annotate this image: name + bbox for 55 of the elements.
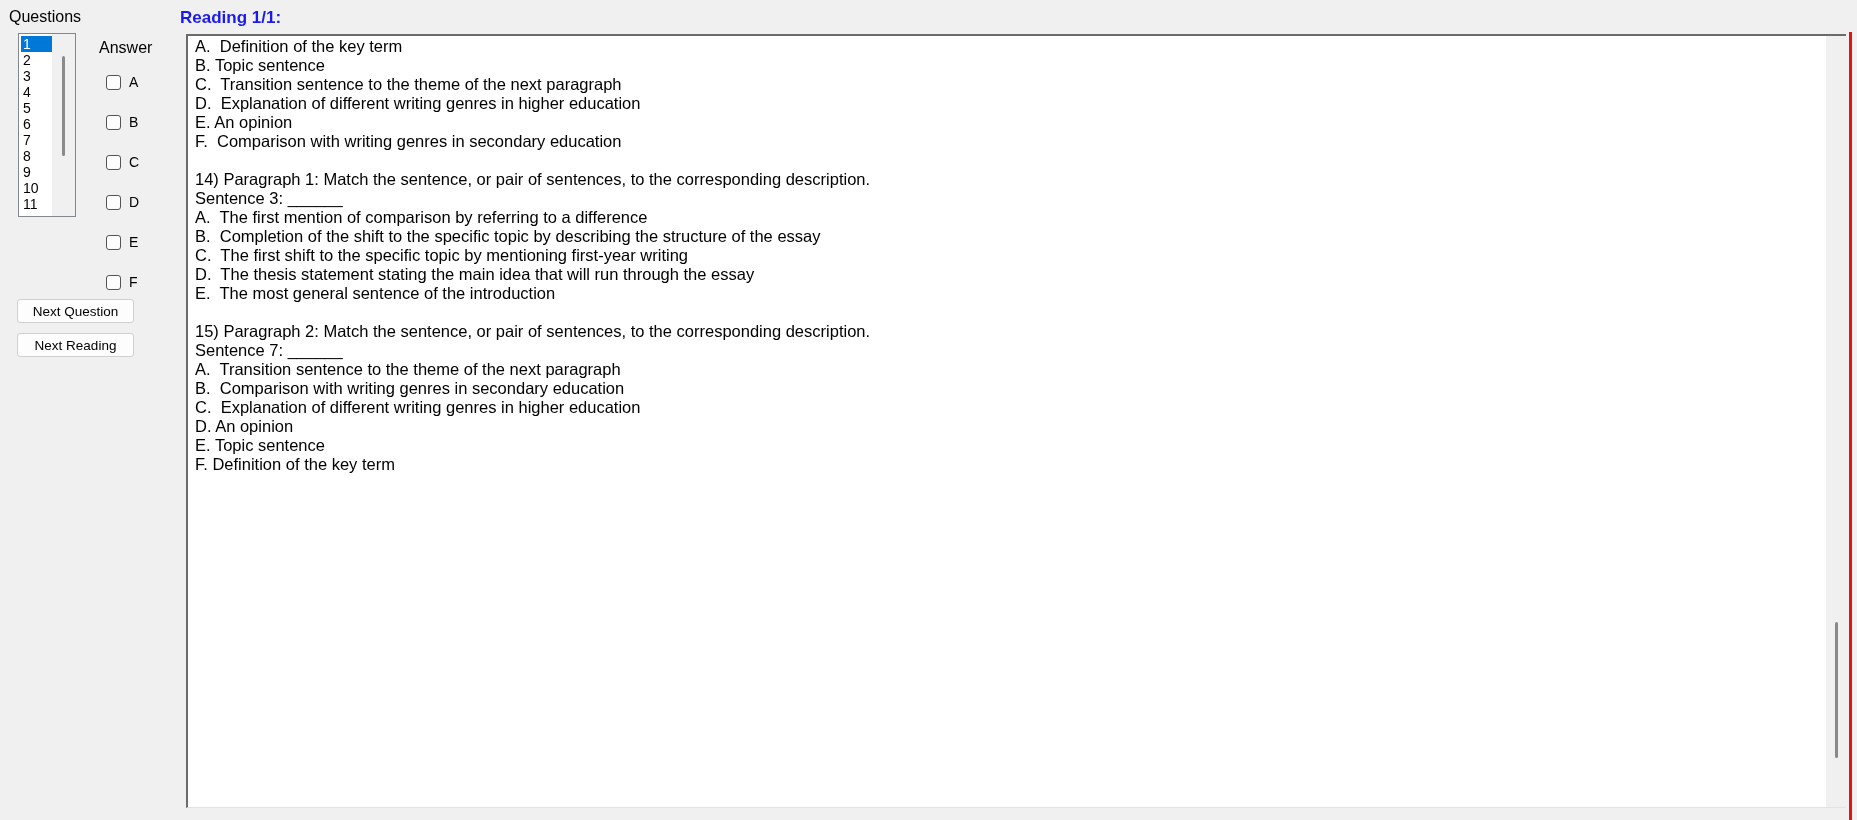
answer-option[interactable]: F (99, 274, 138, 290)
checkbox[interactable] (106, 234, 121, 250)
checkbox[interactable] (106, 154, 121, 170)
question-list-item[interactable]: 6 (21, 116, 52, 132)
checkbox[interactable] (106, 274, 121, 290)
reading-line: F. Definition of the key term (195, 455, 395, 474)
reading-line: B. Comparison with writing genres in secondary education (195, 379, 625, 398)
question-list-item[interactable]: 1 (21, 36, 52, 52)
next-reading-button[interactable]: Next Reading (17, 333, 134, 357)
answer-option[interactable]: A (99, 74, 139, 90)
questions-label: Questions (9, 8, 82, 26)
checkbox[interactable] (106, 194, 121, 210)
reading-line: Sentence 7: ______ (195, 341, 343, 360)
reading-line: D. An opinion (195, 417, 294, 436)
scrollbar[interactable] (1826, 36, 1846, 807)
reading-line: A. Definition of the key term (195, 37, 403, 56)
reading-line: C. Transition sentence to the theme of the next paragraph (195, 75, 622, 94)
checkbox[interactable] (106, 74, 121, 90)
reading-line: C. Explanation of different writing genres in higher education (195, 398, 641, 417)
reading-line: E. Topic sentence (195, 436, 325, 455)
reading-line: A. Transition sentence to the theme of the next paragraph (195, 360, 621, 379)
question-list-item[interactable]: 11 (21, 196, 52, 212)
question-list-item[interactable]: 9 (21, 164, 52, 180)
question-list-item[interactable]: 8 (21, 148, 52, 164)
answer-option[interactable]: D (99, 194, 140, 210)
question-list[interactable]: 1 2 3 4 5 6 7 8 9 10 11 (18, 33, 76, 217)
reading-line: D. Explanation of different writing genres in higher education (195, 94, 641, 113)
reading-textbox[interactable] (186, 34, 1846, 808)
reading-line: E. An opinion (195, 113, 293, 132)
question-list-item[interactable]: 7 (21, 132, 52, 148)
reading-line: E. The most general sentence of the introduction (195, 284, 556, 303)
reading-line: 14) Paragraph 1: Match the sentence, or pair of sentences, to the corresponding description. (195, 170, 871, 189)
question-list-item[interactable]: 5 (21, 100, 52, 116)
checkbox[interactable] (106, 114, 121, 130)
reading-line: F. Comparison with writing genres in secondary education (195, 132, 622, 151)
reading-line: B. Topic sentence (195, 56, 325, 75)
reading-line: Sentence 3: ______ (195, 189, 343, 208)
answer-option[interactable]: C (99, 154, 140, 170)
next-question-button[interactable]: Next Question (17, 299, 134, 323)
scrollbar-thumb[interactable] (62, 56, 65, 156)
answer-option[interactable]: B (99, 114, 139, 130)
reading-title: Reading 1/1: (180, 8, 282, 28)
question-list-item[interactable]: 10 (21, 180, 52, 196)
answer-label: Answer (99, 39, 153, 57)
reading-line: C. The first shift to the specific topic by mentioning first-year writing (195, 246, 689, 265)
scrollbar-thumb[interactable] (1834, 622, 1838, 758)
question-list-item[interactable]: 4 (21, 84, 52, 100)
scrollbar[interactable] (52, 34, 75, 216)
answer-option[interactable]: E (99, 234, 139, 250)
question-list-item[interactable]: 2 (21, 52, 52, 68)
reading-line: B. Completion of the shift to the specific topic by describing the structure of the essay (195, 227, 821, 246)
reading-line: A. The first mention of comparison by referring to a difference (195, 208, 648, 227)
reading-line: 15) Paragraph 2: Match the sentence, or pair of sentences, to the corresponding description. (195, 322, 871, 341)
question-list-item[interactable]: 3 (21, 68, 52, 84)
reading-line: D. The thesis statement stating the main idea that will run through the essay (195, 265, 755, 284)
